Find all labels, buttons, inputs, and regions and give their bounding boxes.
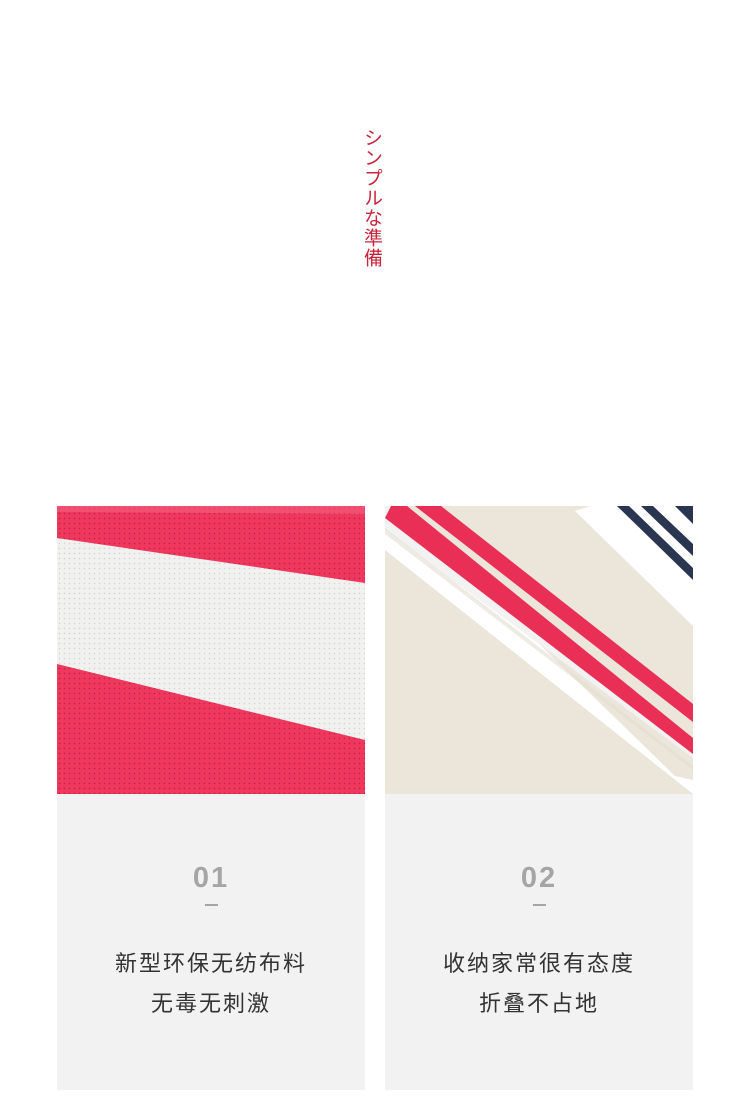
feature-line-1: 收纳家常很有态度 [442,952,635,977]
fabric-photo [57,506,365,794]
feature-card-1: 01 新型环保无纺布料 无毒无刺激 [57,506,365,1090]
feature-line-1: 新型环保无纺布料 [114,952,307,977]
number-underline [533,904,546,906]
vertical-title: シンプルな準備 [361,128,383,268]
feature-number: 02 [520,862,558,894]
feature-number: 01 [192,862,230,894]
feature-line-2: 折叠不占地 [478,992,599,1017]
number-underline [205,904,218,906]
feature-line-2: 无毒无刺激 [150,992,271,1017]
feature-card-2: 02 收纳家常很有态度 折叠不占地 [385,506,693,1090]
bag-photo [385,506,693,794]
